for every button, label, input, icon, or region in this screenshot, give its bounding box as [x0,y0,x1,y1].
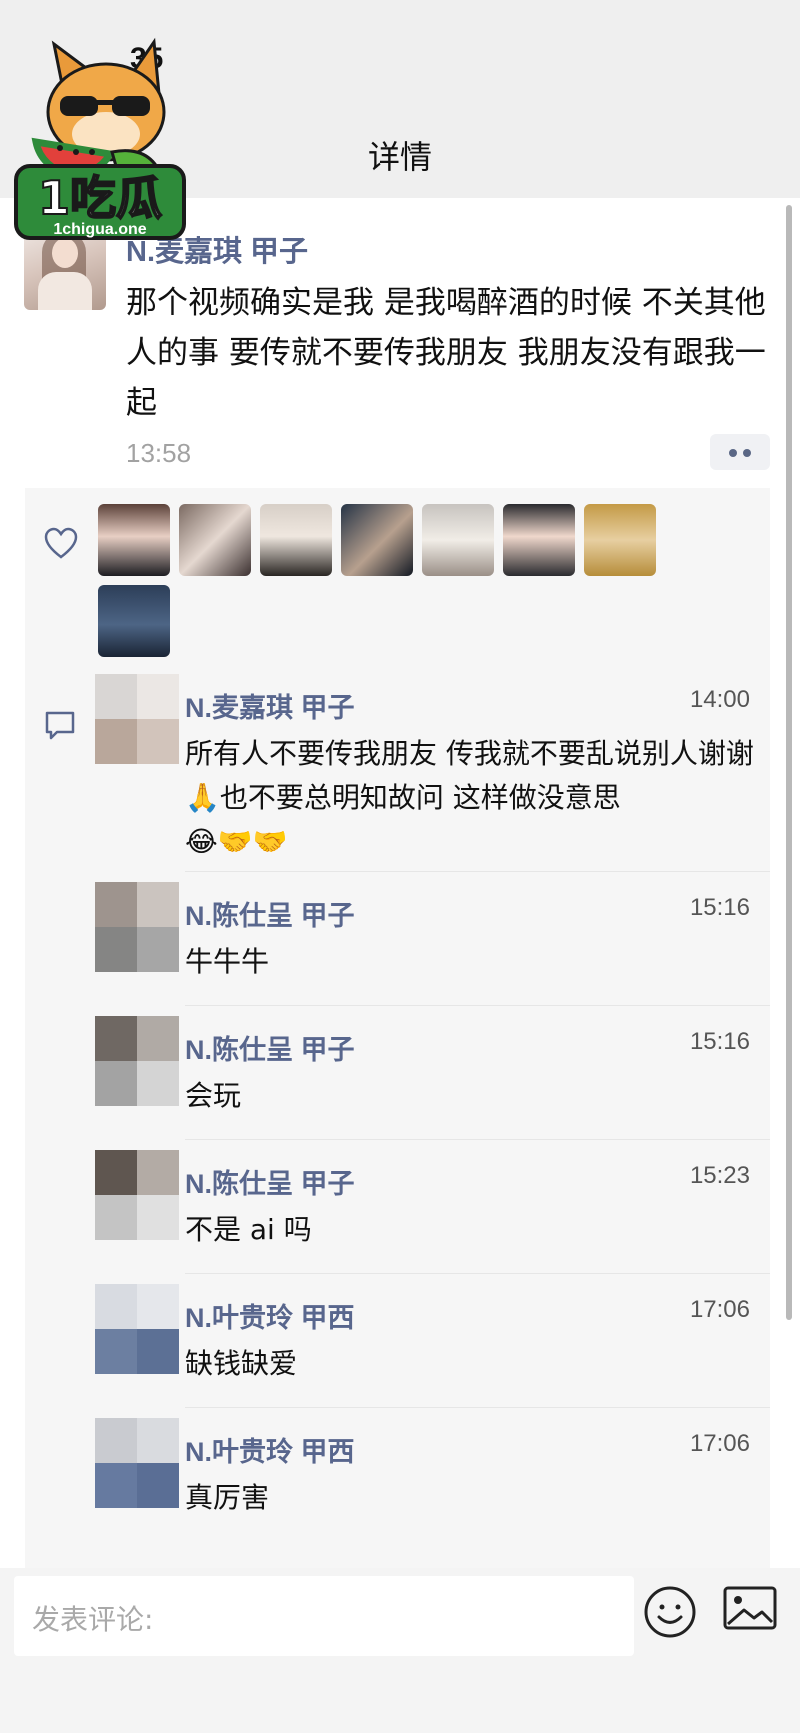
comment-time: 15:23 [689,1162,750,1189]
comment-item[interactable]: N.陈仕呈 甲子 15:16 会玩 [95,1006,770,1140]
comment-item[interactable]: N.叶贵玲 甲西 17:06 真厉害 [95,1408,770,1542]
commenter-name[interactable]: N.麦嘉琪 甲子 [185,686,355,725]
watermark-logo: 1吃瓜 1chigua.one [14,37,186,240]
comment-item[interactable]: N.麦嘉琪 甲子 14:00 所有人不要传我朋友 传我就不要乱说别人谢谢🙏也不要… [95,664,770,872]
comment-input[interactable]: 发表评论: [14,1576,634,1656]
moment-post: N.麦嘉琪 甲子 那个视频确实是我 是我喝醉酒的时候 不关其他人的事 要传就不要… [0,198,800,1568]
commenter-avatar[interactable] [95,882,179,972]
comment-time: 15:16 [689,894,750,921]
comment-time: 17:06 [689,1430,750,1457]
commenter-name[interactable]: N.陈仕呈 甲子 [185,1162,355,1201]
liker-avatar[interactable] [260,504,332,576]
liker-avatar[interactable] [422,504,494,576]
commenter-avatar[interactable] [95,1418,179,1508]
logo-text: 1吃瓜 [38,171,162,225]
comment-time: 17:06 [689,1296,750,1323]
likes-comments-panel: N.麦嘉琪 甲子 14:00 所有人不要传我朋友 传我就不要乱说别人谢谢🙏也不要… [25,488,770,1568]
liker-avatar[interactable] [584,504,656,576]
comment-text: 会玩 [185,1079,242,1112]
post-text: 那个视频确实是我 是我喝醉酒的时候 不关其他人的事 要传就不要传我朋友 我朋友没… [126,285,766,421]
liker-avatar[interactable] [98,585,170,657]
commenter-name[interactable]: N.陈仕呈 甲子 [185,894,355,933]
commenter-avatar[interactable] [95,1016,179,1106]
image-button[interactable] [722,1584,780,1634]
comment-input-placeholder: 发表评论: [32,1603,154,1636]
liker-avatar[interactable] [98,504,170,576]
comment-text: 所有人不要传我朋友 传我就不要乱说别人谢谢🙏也不要总明知故问 这样做没意思 😂🤝… [185,732,755,864]
comment-text: 牛牛牛 [185,945,270,978]
comment-emojis: 😂🤝🤝 [185,825,288,858]
logo-url: 1chigua.one [53,221,146,238]
liker-avatar[interactable] [503,504,575,576]
commenter-name[interactable]: N.叶贵玲 甲西 [185,1296,355,1335]
comment-time: 15:16 [689,1028,750,1055]
liker-avatar[interactable] [341,504,413,576]
comment-item[interactable]: N.陈仕呈 甲子 15:23 不是 ai 吗 [95,1140,770,1274]
commenter-avatar[interactable] [95,1284,179,1374]
post-time: 13:58 [126,438,192,468]
comment-item[interactable]: N.陈仕呈 甲子 15:16 牛牛牛 [95,872,770,1006]
comment-input-bar: 发表评论: [0,1568,800,1733]
more-options-button[interactable] [710,434,770,470]
comment-text: 缺钱缺爱 [185,1347,298,1380]
comment-text: 真厉害 [185,1481,270,1514]
comment-time: 14:00 [689,686,750,713]
emoji-button[interactable] [640,1582,700,1642]
commenter-avatar[interactable] [95,1150,179,1240]
heart-icon [44,527,78,559]
commenter-name[interactable]: N.叶贵玲 甲西 [185,1430,355,1469]
comment-icon [45,711,75,740]
scrollbar[interactable] [786,205,792,1320]
commenter-name[interactable]: N.陈仕呈 甲子 [185,1028,355,1067]
liker-avatar[interactable] [179,504,251,576]
comment-item[interactable]: N.叶贵玲 甲西 17:06 缺钱缺爱 [95,1274,770,1408]
commenter-avatar[interactable] [95,674,179,764]
comment-text: 不是 ai 吗 [185,1213,312,1246]
